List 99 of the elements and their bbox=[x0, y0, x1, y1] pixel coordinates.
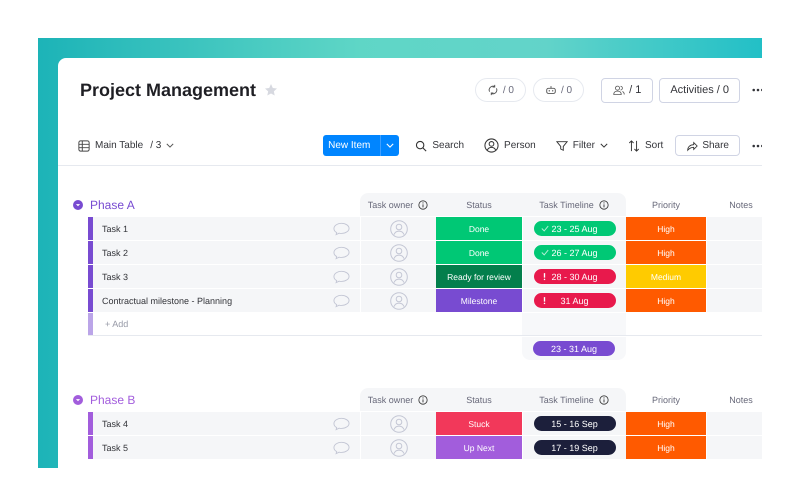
owner-cell[interactable] bbox=[360, 289, 436, 312]
owner-cell[interactable] bbox=[360, 241, 436, 264]
comment-icon[interactable] bbox=[333, 270, 350, 284]
owner-cell[interactable] bbox=[360, 436, 436, 459]
filter-button[interactable]: Filter bbox=[556, 140, 608, 152]
caret-icon bbox=[600, 143, 608, 148]
alert-icon bbox=[542, 296, 546, 305]
item-name: Task 5 bbox=[101, 442, 130, 452]
priority-label[interactable]: High bbox=[626, 436, 706, 459]
robot-icon bbox=[544, 84, 557, 96]
timeline-pill[interactable]: 15 - 16 Sep bbox=[534, 416, 616, 431]
person-avatar-icon[interactable] bbox=[390, 244, 408, 262]
activities-button[interactable]: Activities / 0 bbox=[659, 78, 740, 102]
person-avatar-icon[interactable] bbox=[390, 438, 408, 456]
item-name: Contractual milestone - Planning bbox=[101, 296, 234, 306]
timeline-pill[interactable]: 31 Aug bbox=[534, 293, 616, 308]
timeline-pill[interactable]: 28 - 30 Aug bbox=[534, 269, 616, 284]
notes-cell[interactable] bbox=[706, 412, 762, 435]
alert-icon bbox=[542, 272, 546, 281]
status-label[interactable]: Ready for review bbox=[436, 265, 522, 288]
info-icon[interactable] bbox=[598, 394, 609, 404]
person-avatar-icon[interactable] bbox=[390, 414, 408, 432]
collapse-icon[interactable] bbox=[73, 394, 83, 404]
filter-icon bbox=[556, 140, 568, 152]
item-row[interactable]: Task 4 bbox=[88, 412, 360, 435]
priority-label[interactable]: High bbox=[626, 412, 706, 435]
notes-cell[interactable] bbox=[706, 436, 762, 459]
info-icon[interactable] bbox=[598, 200, 609, 210]
members-button[interactable]: / 1 bbox=[601, 78, 654, 102]
loop-arrow-icon bbox=[486, 84, 499, 96]
column-header: Priority bbox=[650, 198, 681, 212]
notes-cell[interactable] bbox=[706, 217, 762, 240]
owner-cell[interactable] bbox=[360, 265, 436, 288]
timeline-summary-pill: 23 - 31 Aug bbox=[533, 341, 615, 356]
item-row[interactable]: Contractual milestone - Planning bbox=[88, 289, 360, 312]
status-label[interactable]: Stuck bbox=[436, 412, 522, 435]
priority-label[interactable]: High bbox=[626, 217, 706, 240]
more-icon[interactable] bbox=[752, 144, 762, 148]
group-title[interactable]: Phase B bbox=[90, 392, 136, 406]
comment-icon[interactable] bbox=[333, 294, 350, 308]
item-row[interactable]: Task 1 bbox=[88, 217, 360, 240]
check-icon bbox=[540, 249, 548, 256]
share-arrow-icon bbox=[686, 140, 698, 152]
check-icon bbox=[540, 225, 548, 232]
search-icon bbox=[415, 140, 428, 152]
comment-icon[interactable] bbox=[333, 416, 350, 430]
owner-cell[interactable] bbox=[360, 217, 436, 240]
board-title: Project Management bbox=[80, 80, 256, 100]
collapse-icon[interactable] bbox=[73, 200, 83, 210]
column-header: Notes bbox=[728, 394, 754, 406]
notes-cell[interactable] bbox=[706, 265, 762, 288]
star-icon[interactable] bbox=[264, 83, 278, 97]
group-title[interactable]: Phase A bbox=[90, 198, 135, 212]
item-name: Task 2 bbox=[101, 248, 130, 258]
item-name: Task 1 bbox=[101, 224, 130, 234]
add-item-button[interactable]: + Add bbox=[93, 319, 128, 329]
comment-icon[interactable] bbox=[333, 246, 350, 260]
column-header: Task owner bbox=[360, 388, 436, 411]
notes-cell[interactable] bbox=[706, 241, 762, 264]
column-header: Priority bbox=[650, 394, 681, 407]
item-row[interactable]: Task 5 bbox=[88, 436, 360, 459]
info-icon[interactable] bbox=[418, 394, 428, 404]
item-row[interactable]: Task 2 bbox=[88, 241, 360, 264]
sort-icon bbox=[628, 140, 640, 152]
priority-label[interactable]: High bbox=[626, 289, 706, 312]
column-header: Status bbox=[436, 388, 522, 411]
status-label[interactable]: Up Next bbox=[436, 436, 522, 459]
info-icon[interactable] bbox=[418, 200, 428, 210]
column-header: Notes bbox=[728, 198, 754, 212]
column-header: Task Timeline bbox=[522, 388, 626, 411]
timeline-pill[interactable]: 17 - 19 Sep bbox=[534, 440, 616, 455]
caret-icon bbox=[166, 143, 174, 148]
owner-cell[interactable] bbox=[360, 412, 436, 435]
sort-button[interactable]: Sort bbox=[628, 140, 664, 152]
item-name: Task 4 bbox=[101, 418, 130, 428]
more-icon[interactable] bbox=[752, 88, 762, 92]
share-button[interactable]: Share bbox=[675, 135, 740, 156]
people-icon bbox=[613, 84, 626, 96]
priority-label[interactable]: High bbox=[626, 241, 706, 264]
item-row[interactable]: Task 3 bbox=[88, 265, 360, 288]
status-label[interactable]: Milestone bbox=[436, 289, 522, 312]
integrations-button[interactable]: / 0 bbox=[532, 78, 584, 102]
person-avatar-icon[interactable] bbox=[390, 268, 408, 286]
comment-icon[interactable] bbox=[333, 440, 350, 454]
column-header: Status bbox=[436, 193, 522, 216]
column-header: Task owner bbox=[360, 193, 436, 216]
view-selector[interactable]: Main Table / 3 bbox=[78, 140, 174, 152]
column-header: Task Timeline bbox=[522, 193, 626, 216]
person-button[interactable]: Person bbox=[484, 138, 536, 153]
automations-button[interactable]: / 0 bbox=[474, 78, 526, 102]
person-icon bbox=[484, 138, 500, 153]
item-name: Task 3 bbox=[101, 272, 130, 282]
search-button[interactable]: Search bbox=[415, 140, 464, 152]
table-icon bbox=[78, 140, 90, 152]
comment-icon[interactable] bbox=[333, 222, 350, 236]
person-avatar-icon[interactable] bbox=[390, 220, 408, 238]
caret-icon bbox=[386, 143, 394, 148]
person-avatar-icon[interactable] bbox=[390, 292, 408, 310]
notes-cell[interactable] bbox=[706, 289, 762, 312]
